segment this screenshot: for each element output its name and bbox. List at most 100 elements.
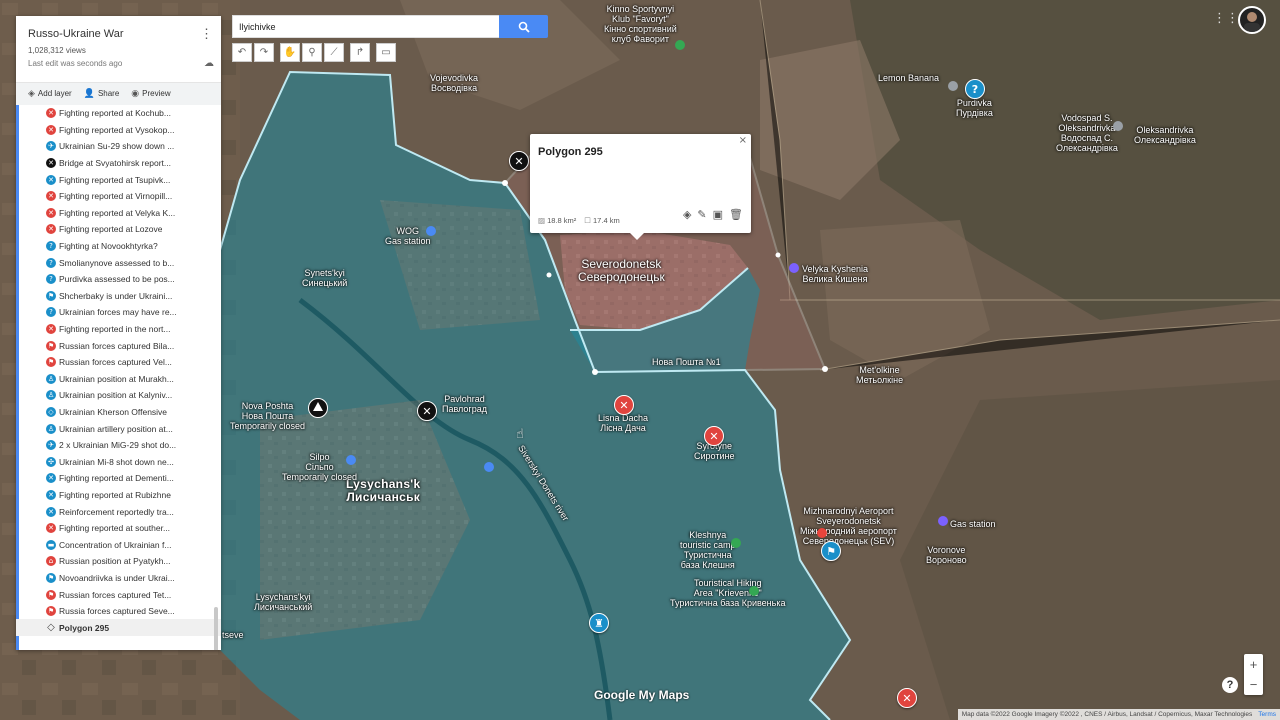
label-uk: Туристична [683,550,732,560]
trash-icon[interactable]: 🗑 [729,208,743,221]
layer-item[interactable]: ✕ Fighting reported at Vysokop... [16,122,221,139]
layer-item[interactable]: ✕ Fighting reported at Dementi... [16,470,221,487]
popup-title[interactable]: Polygon 295 [538,146,603,158]
bridge-x-marker-pavlohrad[interactable]: ✕ [417,401,437,421]
layer-item[interactable]: ✕ Reinforcement reportedly tra... [16,503,221,520]
layer-item[interactable]: ◇ Polygon 295 [16,619,221,636]
close-icon[interactable]: × [739,135,747,146]
layer-item[interactable]: ✕ Fighting reported in the nort... [16,321,221,338]
preview-button[interactable]: ◉ Preview [131,89,170,99]
poi-tourism-icon[interactable] [731,538,741,548]
map-label-velyka-kyshenia: Velyka Kyshenia Велика Кишеня [802,264,868,284]
share-button[interactable]: 👤 Share [84,89,120,99]
popup-tools: ◈ ✎ ▣ 🗑 [683,208,743,221]
layer-item[interactable]: ✕ Fighting reported at Rubizhne [16,487,221,504]
layer-item[interactable]: ✕ Bridge at Svyatohirsk report... [16,155,221,172]
add-layer-button[interactable]: ◈ Add layer [28,89,72,99]
map-title[interactable]: Russo-Ukraine War [28,28,209,40]
layer-item[interactable]: ? Smolianynove assessed to b... [16,254,221,271]
layer-item[interactable]: ⚑ Russian forces captured Bila... [16,337,221,354]
layer-item[interactable]: ? Fighting at Novookhtyrka? [16,238,221,255]
poi-shop-icon[interactable] [948,81,958,91]
draw-line-icon[interactable]: ⟋ [324,43,344,62]
layer-item[interactable]: ? Purdivka assessed to be pos... [16,271,221,288]
poi-shop-icon[interactable] [789,263,799,273]
layer-item[interactable]: ♙ Ukrainian artillery position at... [16,420,221,437]
add-marker-icon[interactable]: ⚲ [302,43,322,62]
poi-tourism-icon[interactable] [749,586,759,596]
blue-flag-icon: ⚑ [46,572,56,583]
layer-item[interactable]: ♙ Ukrainian position at Murakh... [16,371,221,388]
camera-icon[interactable]: ▣ [713,208,723,221]
label-en: Voronove [927,545,966,555]
layer-item[interactable]: ✈ Ukrainian Su-29 show down ... [16,138,221,155]
poi-bus-icon[interactable] [484,462,494,472]
attribution-text: Map data ©2022 Google Imagery ©2022 , CN… [961,711,1253,718]
zoom-out-button[interactable]: − [1244,675,1263,696]
redo-icon[interactable]: ↷ [254,43,274,62]
layer-item[interactable]: ✕ Fighting reported at Lozove [16,221,221,238]
layer-item-label: Ukrainian position at Kalyniv... [59,390,173,401]
layer-item[interactable]: ⚑ Novoandriivka is under Ukrai... [16,570,221,587]
measure-ruler-icon[interactable]: ▭ [376,43,396,62]
warning-triangle-marker[interactable] [308,398,328,418]
search-input[interactable] [232,15,500,38]
layer-item[interactable]: ✣ Ukrainian Mi-8 shot down ne... [16,453,221,470]
layer-item[interactable]: ✕ Fighting reported at Tsupivk... [16,171,221,188]
layer-item[interactable]: ⚑ Shcherbaky is under Ukraini... [16,288,221,305]
pan-hand-icon[interactable]: ✋ [280,43,300,62]
layer-item[interactable]: ✕ Fighting reported at Kochub... [16,105,221,122]
poi-gas-station-icon[interactable] [426,226,436,236]
zoom-in-button[interactable]: + [1244,654,1263,675]
layer-item[interactable]: ⚑ Russia forces captured Seve... [16,603,221,620]
layer-item[interactable]: ⚑ Russian forces captured Tet... [16,586,221,603]
label-en: Nova Poshta [241,401,294,411]
layer-item[interactable]: ⌂ Russian position at Pyatykh... [16,553,221,570]
bridge-x-marker-north[interactable]: ✕ [509,151,529,171]
layer-item[interactable]: ◇ Ukrainian Kherson Offensive [16,404,221,421]
layer-item-label: Fighting reported at Rubizhne [59,489,171,500]
panel-scrollbar[interactable] [214,607,218,650]
more-options-icon[interactable]: ⋮ [200,26,213,42]
label-uk: Павлоград [442,404,487,414]
search-button[interactable] [499,15,548,38]
question-marker-purdivka[interactable]: ? [965,79,985,99]
layer-item[interactable]: ⚑ Russian forces captured Vel... [16,354,221,371]
directions-icon[interactable]: ↱ [350,43,370,62]
layer-item[interactable]: ▬ Concentration of Ukrainian f... [16,536,221,553]
blue-question-icon: ? [46,241,56,252]
undo-icon[interactable]: ↶ [232,43,252,62]
fighting-marker-south[interactable]: ✕ [897,688,917,708]
red-flag-icon: ⚑ [46,589,56,600]
layer-item-label: Ukrainian Mi-8 shot down ne... [59,456,174,467]
layer-item[interactable]: ? Ukrainian forces may have re... [16,304,221,321]
poi-park-icon[interactable] [675,40,685,50]
poi-airport-icon[interactable] [817,528,827,538]
style-paint-icon[interactable]: ◈ [683,208,691,221]
map-label-hiking-area: Touristical Hiking Area "Krievenke" Тури… [670,578,785,608]
google-my-maps-logo: Google My Maps [594,688,690,702]
layer-item[interactable]: ✈ 2 x Ukrainian MiG-29 shot do... [16,437,221,454]
fighting-marker-lisna-dacha[interactable]: ✕ [614,395,634,415]
fighting-marker-syrotyne[interactable]: ✕ [704,426,724,446]
poi-shop-icon[interactable] [346,455,356,465]
castle-marker-south[interactable]: ♜ [589,613,609,633]
edit-pencil-icon[interactable]: ✎ [697,208,706,221]
avatar[interactable] [1238,6,1266,34]
map-label-metolkine: Met'olkine Метьолкіне [856,365,903,385]
terms-link[interactable]: Terms [1258,711,1276,718]
soldier-marker-airport[interactable]: ⚑ [821,541,841,561]
layer-item[interactable]: ✕ Fighting reported at souther... [16,520,221,537]
map-label-severodonetsk: Severodonetsk Северодонецьк [578,258,665,284]
poi-place-icon[interactable] [1113,121,1123,131]
layer-item[interactable]: ✕ Fighting reported at Virnopill... [16,188,221,205]
blue-question-icon: ? [46,257,56,268]
layer-item[interactable]: ♙ Ukrainian position at Kalyniv... [16,387,221,404]
poi-shop-icon[interactable] [938,516,948,526]
layer-item[interactable]: ✕ Fighting reported at Velyka K... [16,205,221,222]
label-en2: Area "Krievenke" [693,588,762,598]
preview-label: Preview [142,89,171,98]
map-label-wog: WOG Gas station [385,226,431,246]
label-en: Kleshnya [689,530,727,540]
help-icon[interactable]: ? [1222,677,1238,693]
